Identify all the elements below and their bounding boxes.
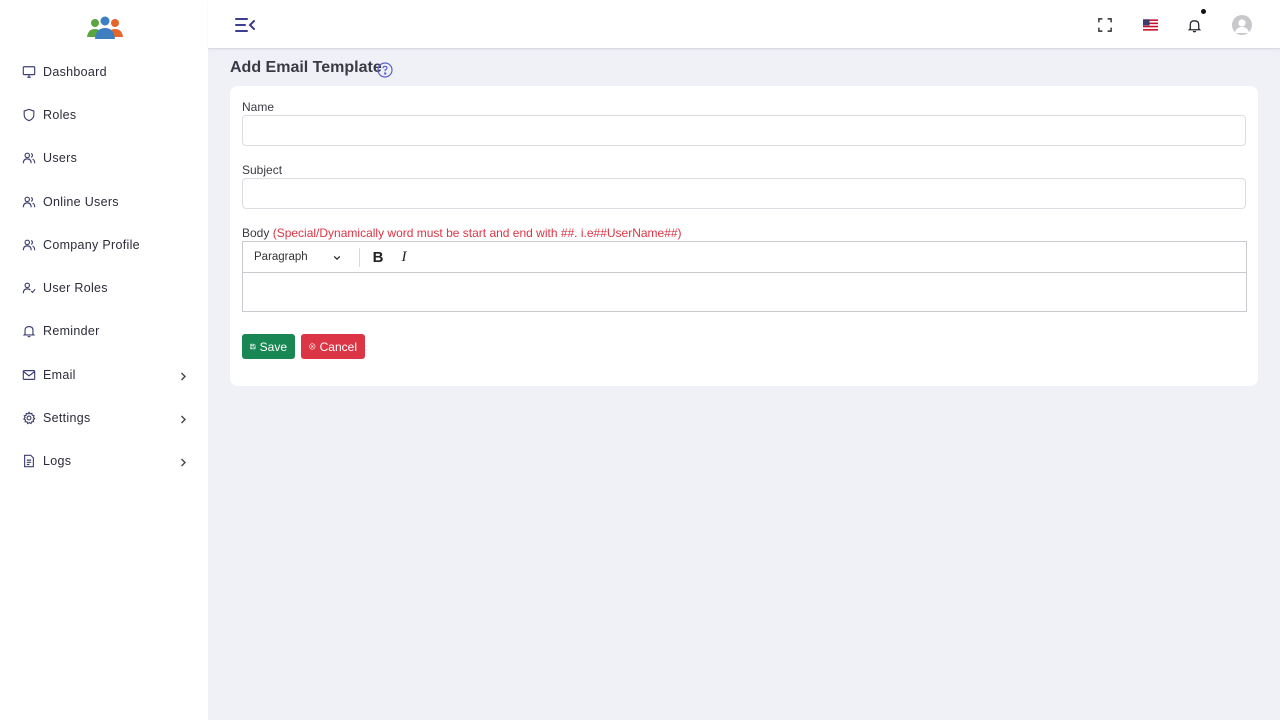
users-icon: [22, 238, 36, 252]
save-button[interactable]: Save: [242, 334, 295, 359]
gear-icon: [22, 411, 36, 425]
block-format-value: Paragraph: [254, 251, 308, 263]
app-logo[interactable]: [86, 16, 124, 42]
editor-toolbar: Paragraph B I: [243, 242, 1246, 273]
sidebar-item-label: Settings: [43, 411, 91, 426]
block-format-dropdown[interactable]: Paragraph: [243, 242, 349, 273]
bold-button[interactable]: B: [369, 248, 387, 266]
notification-bell-icon[interactable]: [1183, 14, 1205, 36]
toolbar-divider: [359, 247, 360, 267]
sidebar-item-label: Company Profile: [43, 237, 140, 252]
subject-input[interactable]: [242, 178, 1246, 209]
sidebar-item-reminder[interactable]: Reminder: [0, 310, 208, 353]
body-hint: (Special/Dynamically word must be start …: [272, 226, 682, 240]
sidebar-item-settings[interactable]: Settings: [0, 396, 208, 439]
fullscreen-icon[interactable]: [1094, 14, 1116, 36]
sidebar-item-users[interactable]: Users: [0, 137, 208, 180]
sidebar-item-label: Logs: [43, 454, 72, 469]
sidebar-item-label: Email: [43, 367, 76, 382]
users-icon: [22, 151, 36, 165]
user-check-icon: [22, 281, 36, 295]
menu-collapse-icon[interactable]: [234, 16, 256, 34]
help-icon[interactable]: [377, 62, 393, 78]
mail-icon: [22, 368, 36, 382]
document-icon: [22, 454, 36, 468]
name-input[interactable]: [242, 115, 1246, 146]
topbar: [208, 0, 1280, 49]
body-rich-text-editor: Paragraph B I: [242, 241, 1247, 312]
sidebar-item-label: Reminder: [43, 324, 100, 339]
users-icon: [22, 195, 36, 209]
sidebar-item-logs[interactable]: Logs: [0, 440, 208, 483]
sidebar-item-user-roles[interactable]: User Roles: [0, 266, 208, 309]
chevron-right-icon: [181, 372, 186, 381]
body-label-row: Body (Special/Dynamically word must be s…: [242, 226, 682, 240]
bell-icon: [22, 324, 36, 338]
editor-content-area[interactable]: [243, 273, 1246, 311]
sidebar-item-label: Dashboard: [43, 64, 107, 79]
sidebar-item-email[interactable]: Email: [0, 353, 208, 396]
floppy-disk-icon: [250, 343, 256, 350]
shield-icon: [22, 108, 36, 122]
cancel-button-label: Cancel: [319, 339, 357, 354]
chevron-right-icon: [181, 458, 186, 467]
page-title: Add Email Template: [230, 59, 382, 76]
chevron-down-icon: [333, 255, 341, 260]
sidebar-nav: Dashboard Roles Users Online Users Compa…: [0, 50, 208, 483]
sidebar-item-label: Roles: [43, 107, 77, 122]
us-flag-icon[interactable]: [1139, 14, 1161, 36]
sidebar-item-company-profile[interactable]: Company Profile: [0, 223, 208, 266]
sidebar-item-online-users[interactable]: Online Users: [0, 180, 208, 223]
notification-badge: [1201, 9, 1206, 14]
email-template-form: Name Subject Body (Special/Dynamically w…: [230, 86, 1258, 386]
close-circle-icon: [309, 343, 316, 350]
avatar[interactable]: [1232, 15, 1252, 35]
name-label: Name: [242, 100, 275, 114]
sidebar-item-label: User Roles: [43, 281, 108, 296]
cancel-button[interactable]: Cancel: [301, 334, 365, 359]
sidebar-item-label: Users: [43, 151, 78, 166]
sidebar-item-label: Online Users: [43, 194, 119, 209]
sidebar-item-dashboard[interactable]: Dashboard: [0, 50, 208, 93]
chevron-right-icon: [181, 415, 186, 424]
sidebar: Dashboard Roles Users Online Users Compa…: [0, 0, 208, 720]
monitor-icon: [22, 65, 36, 79]
save-button-label: Save: [259, 339, 287, 354]
subject-label: Subject: [242, 163, 283, 177]
body-label: Body: [242, 226, 270, 240]
sidebar-item-roles[interactable]: Roles: [0, 93, 208, 136]
italic-button[interactable]: I: [395, 248, 413, 266]
